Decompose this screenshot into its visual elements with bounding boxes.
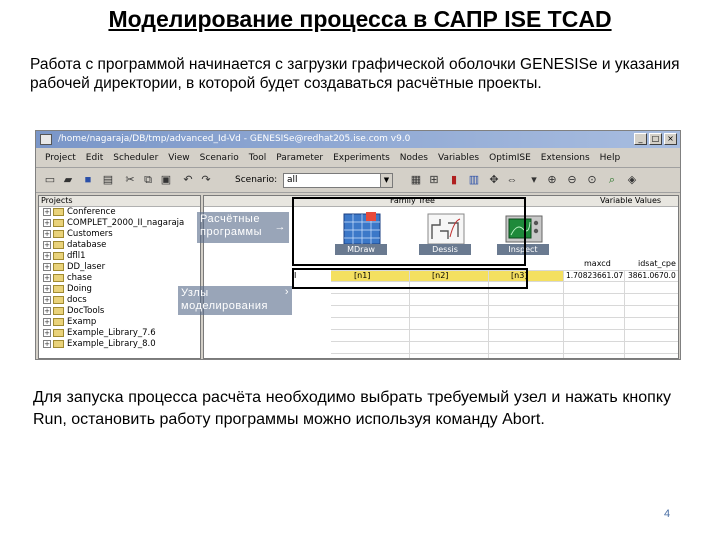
- tree-item[interactable]: + Example_Library_8.0: [39, 339, 200, 350]
- cut-icon[interactable]: ✂: [122, 173, 138, 188]
- scenario-value: all: [287, 175, 298, 185]
- column-header: maxcd: [584, 259, 611, 268]
- node-icon[interactable]: ⊞: [426, 173, 442, 188]
- app-icon: [40, 134, 52, 145]
- tree-item[interactable]: + Conference: [39, 207, 200, 218]
- folder-icon: [53, 218, 64, 227]
- menu-experiments[interactable]: Experiments: [328, 153, 395, 163]
- tree-item[interactable]: + Examp: [39, 317, 200, 328]
- tree-item[interactable]: + COMPLET_2000_II_nagaraja: [39, 218, 200, 229]
- menu-extensions[interactable]: Extensions: [536, 153, 595, 163]
- window-title: /home/nagaraja/DB/tmp/advanced_Id-Vd - G…: [58, 134, 411, 144]
- minimize-button[interactable]: _: [634, 133, 647, 145]
- search-icon[interactable]: ⌕: [604, 173, 620, 188]
- zoom-in-icon[interactable]: ⊕: [544, 173, 560, 188]
- menubar: Project Edit Scheduler View Scenario Too…: [36, 149, 680, 168]
- arrows-icon[interactable]: ⇔: [504, 173, 520, 188]
- tree-header: Projects: [39, 196, 200, 207]
- chevron-right-icon: ›: [284, 286, 289, 298]
- intro-text: Работа с программой начинается с загрузк…: [30, 56, 680, 92]
- window-titlebar: /home/nagaraja/DB/tmp/advanced_Id-Vd - G…: [36, 131, 680, 148]
- slide-title: Моделирование процесса в САПР ISE TCAD: [108, 6, 612, 32]
- maximize-button[interactable]: □: [649, 133, 662, 145]
- folder-icon: [53, 262, 64, 271]
- zoom-out-icon[interactable]: ⊖: [564, 173, 580, 188]
- undo-icon[interactable]: ↶: [180, 173, 196, 188]
- folder-icon: [53, 328, 64, 337]
- nodes-highlight-box: [292, 268, 528, 289]
- print-icon[interactable]: ▤: [100, 173, 116, 188]
- callout-solvers: Расчётные программы →: [197, 212, 289, 243]
- folder-icon: [53, 306, 64, 315]
- grid-icon[interactable]: ▦: [408, 173, 424, 188]
- new-project-icon[interactable]: ▭: [42, 173, 58, 188]
- save-icon[interactable]: ■: [80, 173, 96, 188]
- tree-item[interactable]: + docs: [39, 295, 200, 306]
- value-cell: 3861.0670.0: [628, 271, 676, 280]
- menu-help[interactable]: Help: [595, 153, 626, 163]
- tree-item[interactable]: + DD_laser: [39, 262, 200, 273]
- menu-optimise[interactable]: OptimISE: [484, 153, 536, 163]
- tree-item[interactable]: + Example_Library_7.6: [39, 328, 200, 339]
- chevron-down-icon[interactable]: ▼: [380, 174, 392, 187]
- toolbar: ▭ ▰ ■ ▤ ✂ ⧉ ▣ ↶ ↷ Scenario: all ▼ ▦ ⊞ ▮ …: [36, 169, 680, 193]
- tree-item[interactable]: + Customers: [39, 229, 200, 240]
- menu-tool[interactable]: Tool: [244, 153, 271, 163]
- column-header: idsat_cpe: [638, 259, 676, 268]
- redo-icon[interactable]: ↷: [198, 173, 214, 188]
- menu-view[interactable]: View: [163, 153, 194, 163]
- arrow-right-icon: →: [274, 221, 286, 233]
- scenario-label: Scenario:: [235, 175, 278, 185]
- folder-icon: [53, 207, 64, 216]
- menu-nodes[interactable]: Nodes: [395, 153, 433, 163]
- open-folder-icon[interactable]: ▰: [60, 173, 76, 188]
- menu-scenario[interactable]: Scenario: [195, 153, 244, 163]
- callout-nodes: Узлы моделирования ›: [178, 286, 292, 315]
- paste-icon[interactable]: ▣: [158, 173, 174, 188]
- move-icon[interactable]: ✥: [486, 173, 502, 188]
- tools-highlight-box: [292, 197, 526, 266]
- folder-icon: [53, 339, 64, 348]
- menu-parameter[interactable]: Parameter: [271, 153, 328, 163]
- tree-item[interactable]: + DocTools: [39, 306, 200, 317]
- tree-item[interactable]: + chase: [39, 273, 200, 284]
- folder-icon: [53, 317, 64, 326]
- project-tree[interactable]: Projects + Conference + COMPLET_2000_II_na…: [38, 195, 201, 359]
- folder-icon: [53, 229, 64, 238]
- bottom-text: Для запуска процесса расчёта необходимо …: [33, 389, 671, 428]
- close-button[interactable]: ×: [664, 133, 677, 145]
- scenario-select[interactable]: all ▼: [283, 173, 393, 188]
- folder-icon: [53, 240, 64, 249]
- run-icon[interactable]: ▮: [446, 173, 462, 188]
- menu-project[interactable]: Project: [40, 153, 81, 163]
- tree-item[interactable]: + database: [39, 240, 200, 251]
- zoom-fit-icon[interactable]: ⊙: [584, 173, 600, 188]
- menu-edit[interactable]: Edit: [81, 153, 108, 163]
- folder-icon: [53, 273, 64, 282]
- options-icon[interactable]: ◈: [624, 173, 640, 188]
- menu-scheduler[interactable]: Scheduler: [108, 153, 163, 163]
- folder-icon: [53, 295, 64, 304]
- menu-variables[interactable]: Variables: [433, 153, 484, 163]
- tree-item[interactable]: + Doing: [39, 284, 200, 295]
- table-icon[interactable]: ▥: [466, 173, 482, 188]
- page-number: 4: [664, 508, 671, 520]
- tree-item[interactable]: + dfll1: [39, 251, 200, 262]
- folder-icon: [53, 251, 64, 260]
- folder-icon: [53, 284, 64, 293]
- copy-icon[interactable]: ⧉: [140, 173, 156, 188]
- value-cell: 1.70823661.07: [566, 271, 624, 280]
- dropdown-icon[interactable]: ▾: [526, 173, 542, 188]
